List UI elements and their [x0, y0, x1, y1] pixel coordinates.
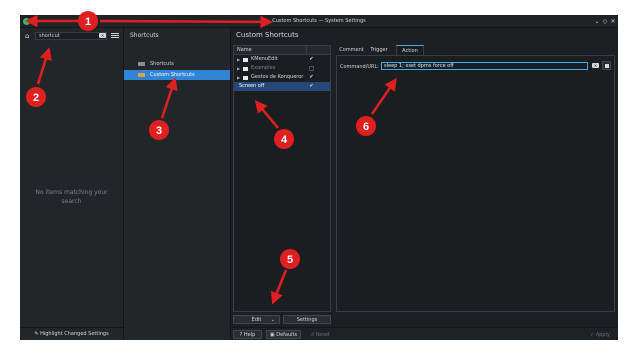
apply-label: Apply: [595, 332, 610, 338]
search-sidebar: ⌂ shortcut ✕ No items matching your sear…: [20, 28, 124, 340]
enabled-checkbox[interactable]: ✔: [309, 57, 314, 62]
tab-action[interactable]: Action: [396, 45, 424, 55]
tree-row-label: KMenuEdit: [251, 56, 278, 62]
tree-row-label: Gestos de Konqueror: [251, 74, 304, 80]
title-bar[interactable]: Custom Shortcuts — System Settings ⌄ ◇ ✕: [20, 15, 618, 28]
command-url-input[interactable]: sleep 1; xset dpms force off: [381, 62, 588, 70]
hamburger-menu-icon[interactable]: [111, 32, 119, 40]
expand-arrow-icon[interactable]: ▶: [237, 55, 240, 64]
page-title: Custom Shortcuts: [236, 31, 299, 39]
tree-header: Name: [234, 46, 330, 55]
tree-row-label: Examples: [251, 65, 276, 71]
category-sidebar: Shortcuts Shortcuts Custom Shortcuts: [124, 28, 231, 340]
action-panel: Command/URL: sleep 1; xset dpms force of…: [336, 55, 615, 312]
edit-button[interactable]: Edit ⌄: [233, 315, 280, 324]
chevron-down-icon: ⌄: [270, 317, 275, 323]
clear-text-icon[interactable]: ✕: [592, 63, 599, 68]
tab-comment[interactable]: Comment: [338, 45, 365, 55]
system-settings-window: Custom Shortcuts — System Settings ⌄ ◇ ✕…: [20, 15, 618, 340]
edit-label: Edit: [251, 317, 262, 323]
folder-icon: [243, 76, 248, 80]
tree-row-examples[interactable]: ▶ Examples: [234, 64, 330, 73]
enabled-checkbox[interactable]: [309, 66, 314, 71]
settings-button[interactable]: Settings: [283, 315, 331, 324]
enabled-checkbox[interactable]: ✔: [309, 84, 314, 89]
keyboard-icon: [138, 62, 145, 66]
clear-text-icon[interactable]: ✕: [99, 33, 106, 38]
defaults-button[interactable]: ▣ Defaults: [266, 330, 301, 339]
empty-results-message: No items matching your search: [35, 189, 108, 205]
file-open-icon: [605, 64, 609, 68]
category-item-custom-shortcuts[interactable]: Custom Shortcuts: [124, 70, 230, 80]
close-icon[interactable]: ✕: [609, 18, 617, 25]
category-item-shortcuts[interactable]: Shortcuts: [124, 59, 230, 69]
category-label: Custom Shortcuts: [150, 72, 195, 78]
enabled-checkbox[interactable]: ✔: [309, 75, 314, 80]
shortcut-tree[interactable]: Name ▶ KMenuEdit ✔ ▶ Examples ▶ Gestos d…: [233, 45, 331, 312]
reset-label: Reset: [315, 332, 330, 338]
home-icon[interactable]: ⌂: [25, 33, 29, 40]
help-button[interactable]: ? Help: [233, 330, 262, 339]
tree-row-label: Screen off: [239, 83, 265, 89]
folder-icon: [243, 67, 248, 71]
expand-arrow-icon[interactable]: ▶: [237, 64, 240, 73]
browse-file-button[interactable]: [602, 61, 611, 70]
custom-shortcuts-icon: [138, 73, 145, 77]
minimize-icon[interactable]: ⌄: [593, 18, 601, 25]
command-url-label: Command/URL:: [340, 64, 379, 70]
category-header: Shortcuts: [130, 32, 159, 39]
highlight-label: Highlight Changed Settings: [40, 331, 109, 337]
tree-row-screen-off[interactable]: Screen off ✔: [234, 82, 330, 91]
main-panel: Custom Shortcuts Name ▶ KMenuEdit ✔ ▶ Ex…: [231, 28, 618, 340]
search-input[interactable]: shortcut: [35, 32, 107, 40]
tab-trigger[interactable]: Trigger: [367, 45, 391, 55]
maximize-icon[interactable]: ◇: [601, 18, 609, 25]
tree-row-kmenuedit[interactable]: ▶ KMenuEdit ✔: [234, 55, 330, 64]
apply-button[interactable]: ✓ Apply: [586, 330, 614, 339]
window-title: Custom Shortcuts — System Settings: [272, 18, 366, 24]
expand-arrow-icon[interactable]: ▶: [237, 73, 240, 82]
bottom-button-bar: ? Help ▣ Defaults ↺ Reset ✓ Apply: [231, 327, 618, 340]
category-label: Shortcuts: [150, 61, 174, 67]
highlight-changed-settings-button[interactable]: ✎ Highlight Changed Settings: [20, 327, 123, 340]
help-label: Help: [243, 332, 256, 338]
defaults-label: Defaults: [276, 332, 298, 338]
folder-icon: [243, 58, 248, 62]
tree-row-gestos-konqueror[interactable]: ▶ Gestos de Konqueror ✔: [234, 73, 330, 82]
tree-column-name: Name: [237, 47, 252, 53]
reset-button[interactable]: ↺ Reset: [305, 330, 335, 339]
